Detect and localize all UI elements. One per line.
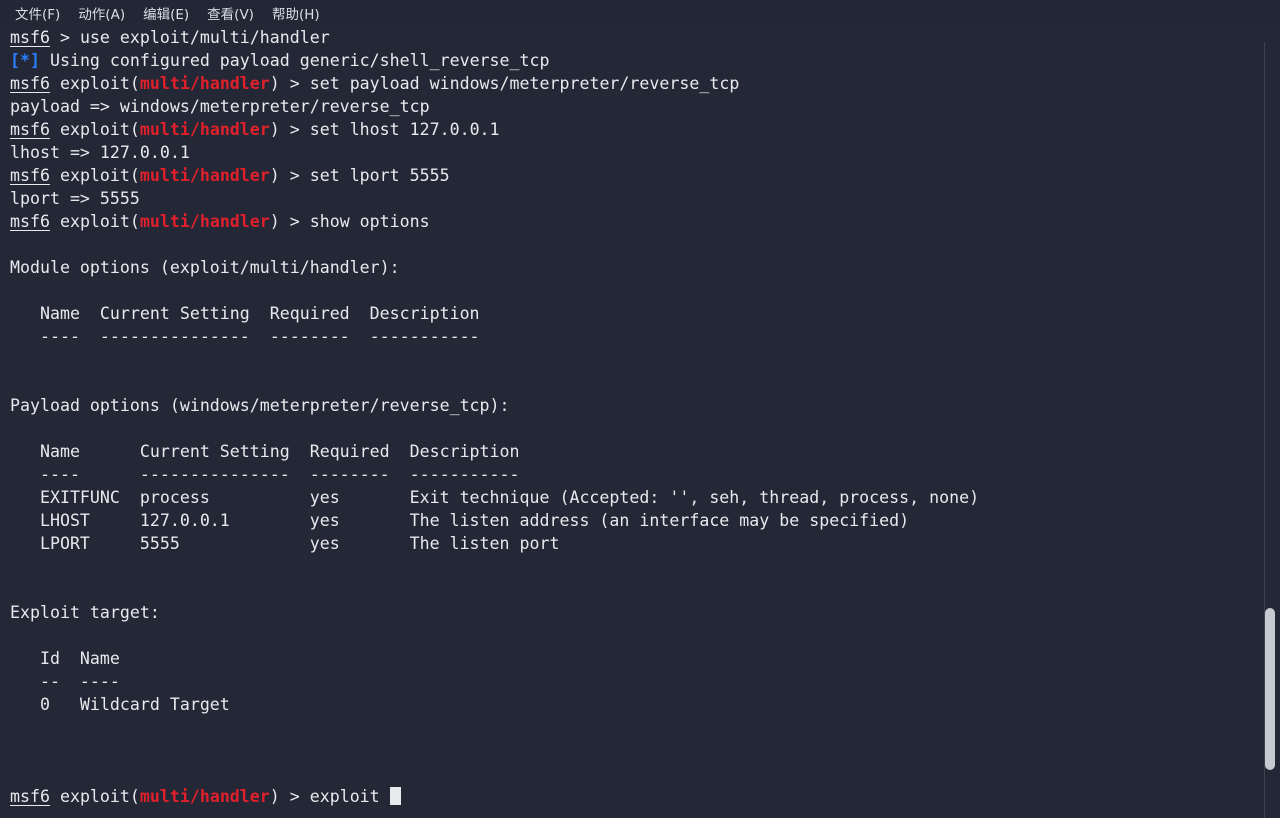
menu-file[interactable]: 文件(F) <box>6 1 69 25</box>
terminal-line: Id Name <box>10 649 120 668</box>
prompt-shell: msf6 <box>10 166 50 185</box>
terminal-line: msf6 exploit(multi/handler) > show optio… <box>10 212 430 231</box>
terminal-line: ---- --------------- -------- ----------… <box>10 327 480 346</box>
menu-view[interactable]: 查看(V) <box>198 1 263 25</box>
terminal-line: Module options (exploit/multi/handler): <box>10 258 400 277</box>
terminal-line: msf6 exploit(multi/handler) > set lport … <box>10 166 450 185</box>
terminal-line: LHOST 127.0.0.1 yes The listen address (… <box>10 511 910 530</box>
prompt-module: multi/handler <box>139 166 270 185</box>
prompt-shell: msf6 <box>10 120 50 139</box>
scrollbar-thumb[interactable] <box>1265 608 1275 770</box>
prompt-shell: msf6 <box>10 74 50 93</box>
terminal-line: msf6 > use exploit/multi/handler <box>10 28 330 47</box>
prompt-module: multi/handler <box>139 212 270 231</box>
menu-edit[interactable]: 编辑(E) <box>134 1 198 25</box>
menu-help[interactable]: 帮助(H) <box>263 1 329 25</box>
terminal-line: Name Current Setting Required Descriptio… <box>10 442 520 461</box>
terminal-line: lport => 5555 <box>10 189 140 208</box>
terminal-line: EXITFUNC process yes Exit technique (Acc… <box>10 488 980 507</box>
terminal-line: Name Current Setting Required Descriptio… <box>10 304 480 323</box>
terminal-line: Exploit target: <box>10 603 160 622</box>
terminal-line: ---- --------------- -------- ----------… <box>10 465 520 484</box>
text-cursor <box>389 787 401 805</box>
info-marker: [*] <box>10 51 40 70</box>
prompt-shell: msf6 <box>10 212 50 231</box>
terminal-line: msf6 exploit(multi/handler) > set payloa… <box>10 74 740 93</box>
terminal-line: Payload options (windows/meterpreter/rev… <box>10 396 510 415</box>
terminal-line: msf6 exploit(multi/handler) > exploit <box>10 785 979 808</box>
prompt-module: multi/handler <box>139 787 270 806</box>
prompt-module: multi/handler <box>139 74 270 93</box>
menu-actions[interactable]: 动作(A) <box>69 1 134 25</box>
terminal-line: [*] Using configured payload generic/she… <box>10 51 550 70</box>
menu-bar: 文件(F) 动作(A) 编辑(E) 查看(V) 帮助(H) <box>0 0 1280 26</box>
prompt-module: multi/handler <box>139 120 270 139</box>
terminal-line: msf6 exploit(multi/handler) > set lhost … <box>10 120 500 139</box>
prompt-shell: msf6 <box>10 787 50 806</box>
terminal-output: msf6 > use exploit/multi/handler [*] Usin… <box>10 26 979 808</box>
terminal-window: 回收站 文件夹 msf6 > use exploit/multi/handler… <box>0 0 1280 818</box>
prompt-shell: msf6 <box>10 28 50 47</box>
terminal-line: 0 Wildcard Target <box>10 695 230 714</box>
terminal-line: payload => windows/meterpreter/reverse_t… <box>10 97 430 116</box>
terminal-line: -- ---- <box>10 672 120 691</box>
terminal-body[interactable]: msf6 > use exploit/multi/handler [*] Usin… <box>0 26 1280 818</box>
vertical-scrollbar[interactable] <box>1264 26 1276 818</box>
terminal-line: LPORT 5555 yes The listen port <box>10 534 560 553</box>
terminal-line: lhost => 127.0.0.1 <box>10 143 190 162</box>
